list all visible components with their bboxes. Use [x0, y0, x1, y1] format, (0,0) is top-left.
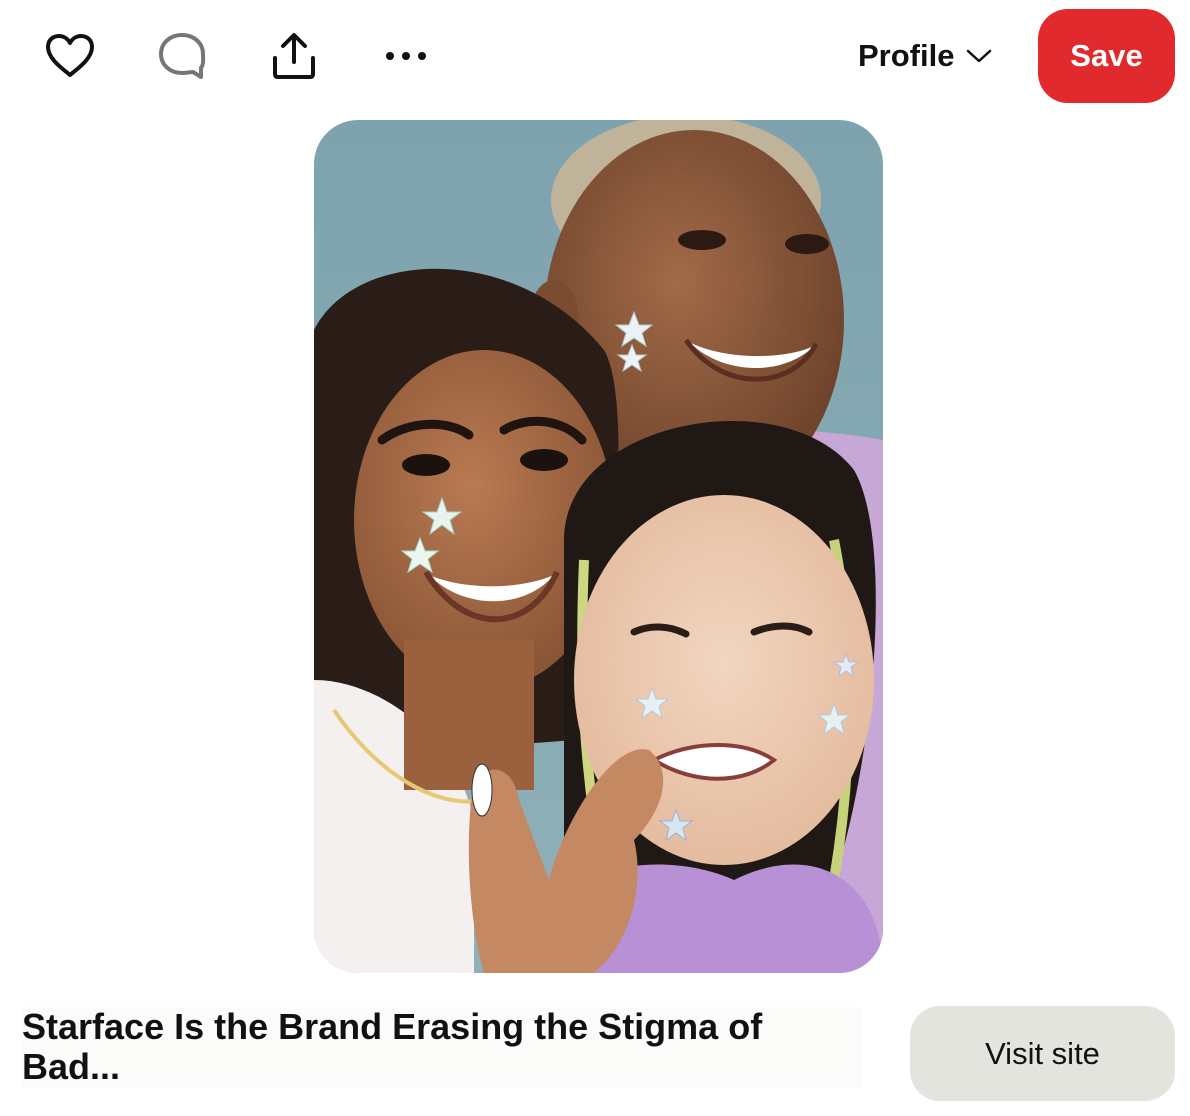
heart-icon	[46, 34, 94, 77]
pin-photo[interactable]	[314, 120, 883, 973]
profile-label: Profile	[858, 38, 955, 73]
board-profile-select[interactable]: Profile	[858, 30, 992, 82]
pin-footer: Starface Is the Brand Erasing the Stigma…	[0, 995, 1190, 1116]
like-button[interactable]	[38, 24, 102, 88]
share-button[interactable]	[262, 24, 326, 88]
save-button[interactable]: Save	[1038, 9, 1175, 103]
chevron-down-icon	[967, 49, 992, 63]
comment-button[interactable]	[150, 24, 214, 88]
comment-bubble-icon	[159, 33, 206, 79]
pin-toolbar: Profile Save	[0, 0, 1190, 112]
more-options-button[interactable]	[374, 24, 438, 88]
pin-title[interactable]: Starface Is the Brand Erasing the Stigma…	[22, 1007, 862, 1087]
share-upload-icon	[273, 33, 315, 79]
pin-photo-illustration	[314, 120, 883, 973]
more-dots-icon	[386, 52, 426, 60]
visit-site-button[interactable]: Visit site	[910, 1006, 1175, 1101]
